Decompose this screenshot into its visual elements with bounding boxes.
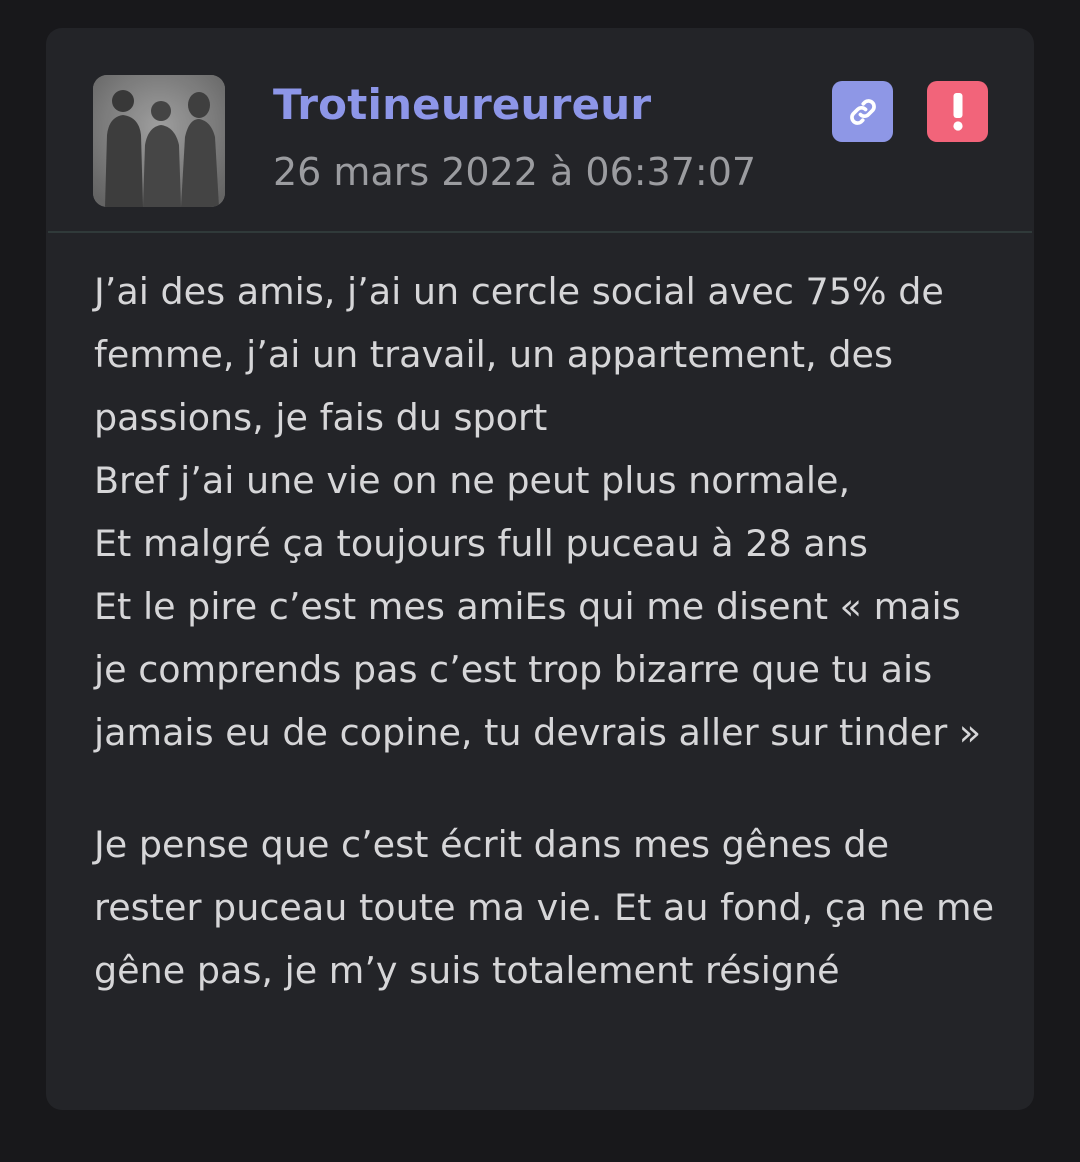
post-paragraph: J’ai des amis, j’ai un cercle social ave… [94, 270, 982, 754]
post-timestamp: 26 mars 2022 à 06:37:07 [273, 150, 757, 194]
header-divider [48, 231, 1032, 233]
exclamation-icon [952, 92, 963, 131]
post-paragraph: Je pense que c’est écrit dans mes gênes … [94, 823, 995, 992]
avatar[interactable] [93, 75, 225, 207]
forum-post-card: Trotineureureur 26 mars 2022 à 06:37:07 … [46, 28, 1034, 1110]
link-icon [849, 98, 876, 125]
report-button[interactable] [927, 81, 988, 142]
post-body: J’ai des amis, j’ai un cercle social ave… [94, 260, 1004, 1002]
author-name[interactable]: Trotineureureur [273, 80, 651, 129]
copy-link-button[interactable] [832, 81, 893, 142]
avatar-image [93, 75, 225, 207]
